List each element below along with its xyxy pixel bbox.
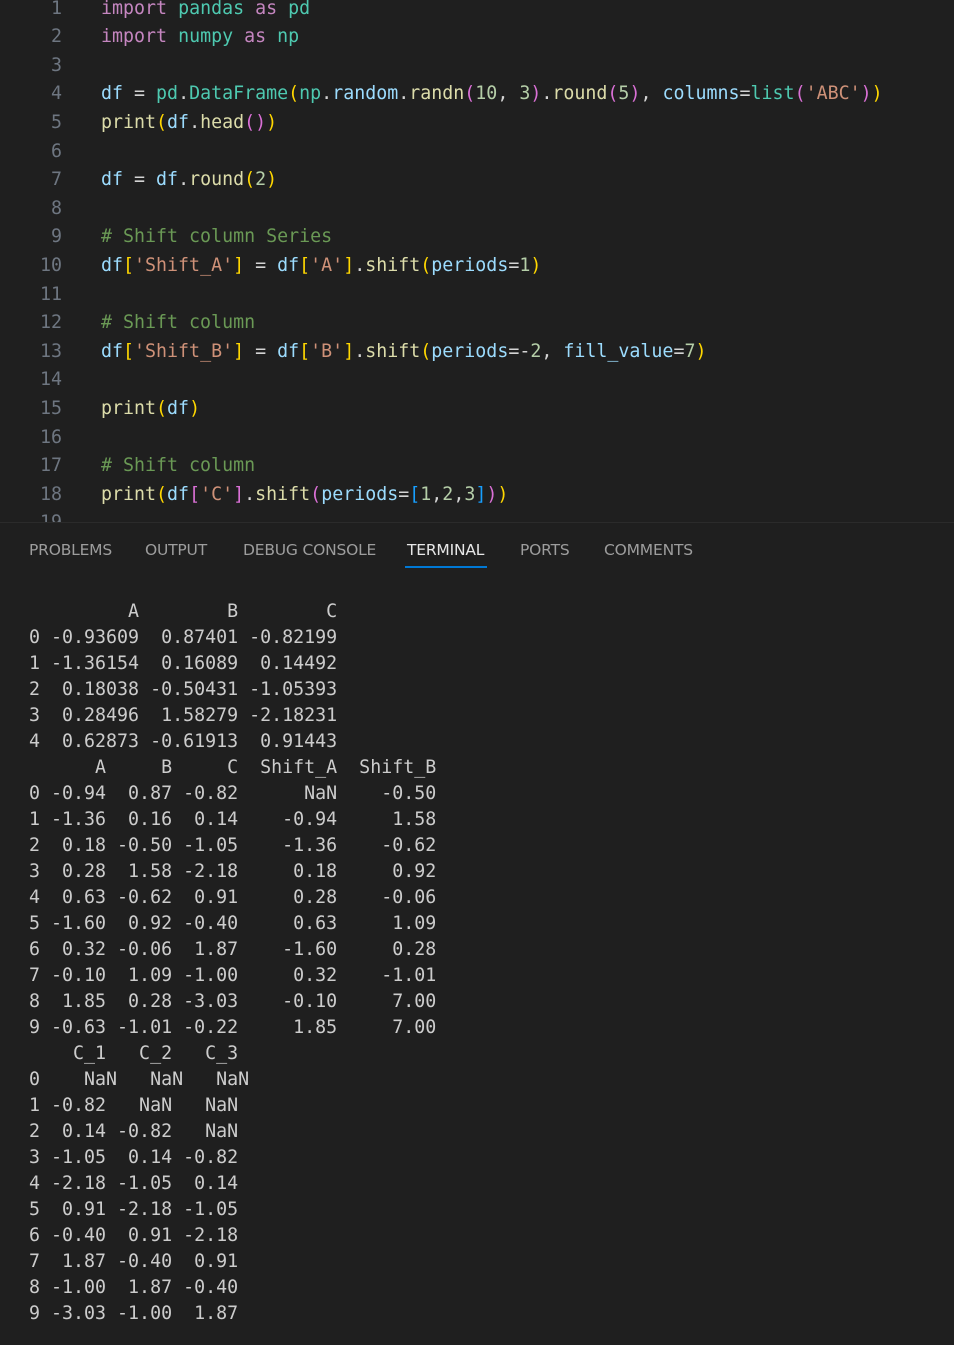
terminal-line: 8 1.85 0.28 -3.03 -0.10 7.00 <box>29 991 437 1012</box>
code-line[interactable]: 7 df = df.round(2) <box>0 166 954 195</box>
terminal-line: 0 NaN NaN NaN <box>29 1069 250 1090</box>
code-line[interactable]: 8 <box>0 195 954 224</box>
code-line[interactable]: 5 print(df.head()) <box>0 109 954 138</box>
terminal-line: 6 0.32 -0.06 1.87 -1.60 0.28 <box>29 939 437 960</box>
line-number: 11 <box>39 283 62 305</box>
code-text: print(df['C'].shift(periods=[1,2,3])) <box>101 483 509 505</box>
line-number: 13 <box>39 340 62 362</box>
code-text: df = df.round(2) <box>101 169 278 191</box>
code-text: df = pd.DataFrame(np.random.randn(10, 3)… <box>101 83 883 105</box>
terminal-line: 9 -0.63 -1.01 -0.22 1.85 7.00 <box>29 1017 437 1038</box>
tab-problems[interactable]: PROBLEMS <box>29 541 112 559</box>
code-line[interactable]: 2 import numpy as np <box>0 23 954 52</box>
terminal-line: 4 0.62873 -0.61913 0.91443 <box>29 731 338 752</box>
terminal-line: 3 0.28496 1.58279 -2.18231 <box>29 705 338 726</box>
terminal-line: A B C <box>29 601 338 622</box>
code-line[interactable]: 9 # Shift column Series <box>0 223 954 252</box>
code-line[interactable]: 10 df['Shift_A'] = df['A'].shift(periods=… <box>0 252 954 281</box>
line-number: 4 <box>50 83 62 105</box>
line-number: 10 <box>39 254 62 276</box>
terminal-line: 1 -1.36 0.16 0.14 -0.94 1.58 <box>29 809 437 830</box>
line-number: 1 <box>50 0 62 19</box>
line-number: 8 <box>50 197 62 219</box>
code-line[interactable]: 12 # Shift column <box>0 309 954 338</box>
line-number: 18 <box>39 483 62 505</box>
code-line[interactable]: 13 df['Shift_B'] = df['B'].shift(periods=… <box>0 338 954 367</box>
line-number: 16 <box>39 426 62 448</box>
terminal-line: 7 1.87 -0.40 0.91 <box>29 1251 239 1272</box>
code-text: import numpy as np <box>101 26 300 48</box>
code-line[interactable]: 3 <box>0 52 954 81</box>
code-editor[interactable]: 1 import pandas as pd 2 import numpy as np 3… <box>0 0 954 522</box>
tab-debug-console[interactable]: DEBUG CONSOLE <box>243 541 376 559</box>
terminal-line: 8 -1.00 1.87 -0.40 <box>29 1277 239 1298</box>
line-number: 5 <box>50 111 62 133</box>
terminal-line: 0 -0.94 0.87 -0.82 NaN -0.50 <box>29 783 437 804</box>
code-line[interactable]: 4 df = pd.DataFrame(np.random.randn(10, 3… <box>0 80 954 109</box>
terminal-line: 4 -2.18 -1.05 0.14 <box>29 1173 239 1194</box>
terminal-line: 9 -3.03 -1.00 1.87 <box>29 1303 239 1324</box>
code-text: df['Shift_A'] = df['A'].shift(periods=1) <box>101 254 542 276</box>
code-line[interactable]: 16 <box>0 424 954 453</box>
terminal-line: 3 -1.05 0.14 -0.82 <box>29 1147 239 1168</box>
code-text: import pandas as pd <box>101 0 311 19</box>
code-line[interactable]: 11 <box>0 281 954 310</box>
line-number: 14 <box>39 369 62 391</box>
terminal-line: 1 -0.82 NaN NaN <box>29 1095 239 1116</box>
line-number: 7 <box>50 169 62 191</box>
code-line[interactable]: 19 <box>0 509 954 522</box>
code-text: # Shift column Series <box>101 226 333 248</box>
tab-terminal[interactable]: TERMINAL <box>407 541 484 559</box>
terminal-line: 2 0.14 -0.82 NaN <box>29 1121 239 1142</box>
code-line[interactable]: 1 import pandas as pd <box>0 0 954 23</box>
line-number: 19 <box>0 509 62 522</box>
terminal-line: 6 -0.40 0.91 -2.18 <box>29 1225 239 1246</box>
terminal-line: 4 0.63 -0.62 0.91 0.28 -0.06 <box>29 887 437 908</box>
active-tab-indicator <box>405 566 487 568</box>
code-text: # Shift column <box>101 455 256 477</box>
code-text: print(df.head()) <box>101 111 278 133</box>
code-line[interactable]: 15 print(df) <box>0 395 954 424</box>
line-number: 12 <box>39 312 62 334</box>
terminal-line: 5 -1.60 0.92 -0.40 0.63 1.09 <box>29 913 437 934</box>
terminal-line: A B C Shift_A Shift_B <box>29 757 437 778</box>
code-line[interactable]: 6 <box>0 138 954 167</box>
terminal-line: C_1 C_2 C_3 <box>29 1043 239 1064</box>
terminal-line: 2 0.18038 -0.50431 -1.05393 <box>29 679 338 700</box>
line-number: 2 <box>50 26 62 48</box>
terminal-line: 0 -0.93609 0.87401 -0.82199 <box>29 627 338 648</box>
code-line[interactable]: 18 print(df['C'].shift(periods=[1,2,3])) <box>0 481 954 510</box>
code-text: df['Shift_B'] = df['B'].shift(periods=-2… <box>101 340 707 362</box>
code-line[interactable]: 14 <box>0 366 954 395</box>
tab-comments[interactable]: COMMENTS <box>604 541 693 559</box>
line-number: 3 <box>50 54 62 76</box>
terminal-output[interactable]: A B C 0 -0.93609 0.87401 -0.82199 1 -1.361… <box>0 598 954 1345</box>
terminal-line: 2 0.18 -0.50 -1.05 -1.36 -0.62 <box>29 835 437 856</box>
tab-ports[interactable]: PORTS <box>520 541 570 559</box>
terminal-line: 5 0.91 -2.18 -1.05 <box>29 1199 239 1220</box>
terminal-line: 3 0.28 1.58 -2.18 0.18 0.92 <box>29 861 437 882</box>
tab-output[interactable]: OUTPUT <box>145 541 207 559</box>
line-number: 15 <box>39 397 62 419</box>
line-number: 17 <box>39 455 62 477</box>
line-number: 6 <box>50 140 62 162</box>
code-text: # Shift column <box>101 312 256 334</box>
line-number: 9 <box>50 226 62 248</box>
code-text: print(df) <box>101 397 201 419</box>
code-line[interactable]: 17 # Shift column <box>0 452 954 481</box>
terminal-line: 1 -1.36154 0.16089 0.14492 <box>29 653 338 674</box>
terminal-line: 7 -0.10 1.09 -1.00 0.32 -1.01 <box>29 965 437 986</box>
